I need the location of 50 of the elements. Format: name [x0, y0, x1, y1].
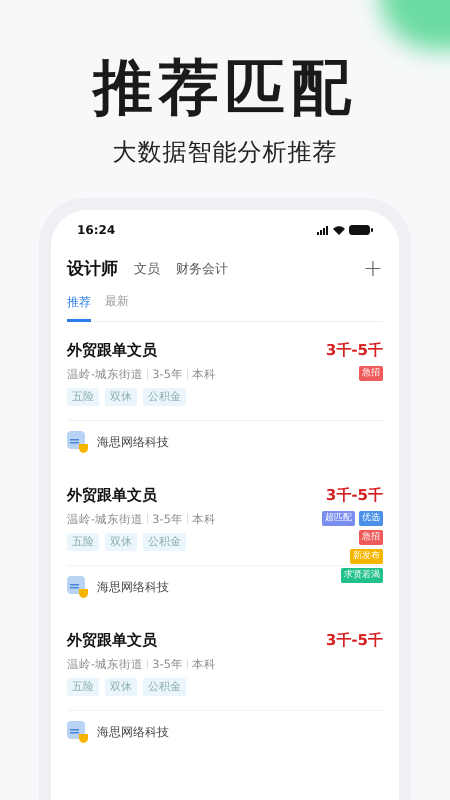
job-meta: 3-5年 [152, 656, 183, 672]
job-badge: 急招 [359, 530, 383, 545]
company-name: 海思网络科技 [97, 579, 169, 596]
job-meta: 温岭-城东街道 [67, 366, 144, 382]
category-tab[interactable]: 文员 [134, 260, 160, 280]
job-title: 外贸跟单文员 [67, 340, 158, 360]
sort-tab[interactable]: 推荐 [67, 292, 91, 322]
battery-icon [349, 225, 373, 235]
benefit-tag: 公积金 [143, 388, 186, 406]
job-meta: 3-5年 [152, 366, 183, 382]
job-card[interactable]: 急招 外贸跟单文员 温岭-城东街道 3-5年 本科 五险 双休 公积金 3千-5千 海思网络科技 [67, 322, 383, 467]
job-meta: 本科 [192, 511, 216, 527]
job-meta: 温岭-城东街道 [67, 656, 144, 672]
signal-icon [317, 226, 329, 234]
job-meta: 温岭-城东街道 [67, 511, 144, 527]
benefit-tag: 五险 [67, 533, 99, 551]
job-badge: 新发布 [350, 549, 383, 564]
add-button[interactable]: + [362, 256, 383, 280]
salary: 3千-5千 [326, 485, 383, 505]
category-tab[interactable]: 设计师 [67, 258, 118, 280]
benefit-tag: 双休 [105, 388, 137, 406]
benefit-tag: 双休 [105, 678, 137, 696]
job-meta: 本科 [192, 656, 216, 672]
job-badge: 急招 [359, 366, 383, 381]
company-logo-icon [67, 721, 89, 743]
company-name: 海思网络科技 [97, 724, 169, 741]
job-title: 外贸跟单文员 [67, 485, 158, 505]
salary: 3千-5千 [326, 630, 383, 650]
benefit-tag: 公积金 [143, 678, 186, 696]
subtitle: 大数据智能分析推荐 [112, 137, 338, 168]
job-card[interactable]: 超匹配 优选 急招 新发布 求贤若渴 外贸跟单文员 温岭-城东街道 3-5年 本科 五险 双休 公积金 3千-5千 海思网络科技 [67, 467, 383, 612]
job-badge: 超匹配 [322, 511, 355, 526]
salary: 3千-5千 [326, 340, 383, 360]
benefit-tag: 公积金 [143, 533, 186, 551]
company-name: 海思网络科技 [97, 434, 169, 451]
headline: 推荐匹配 [93, 52, 357, 124]
job-badge: 求贤若渴 [341, 568, 383, 583]
job-meta: 3-5年 [152, 511, 183, 527]
company-logo-icon [67, 431, 89, 453]
benefit-tag: 双休 [105, 533, 137, 551]
job-title: 外贸跟单文员 [67, 630, 158, 650]
job-badge: 优选 [359, 511, 383, 526]
status-time: 16:24 [77, 222, 116, 239]
job-meta: 本科 [192, 366, 216, 382]
category-tab[interactable]: 财务会计 [176, 260, 228, 280]
benefit-tag: 五险 [67, 678, 99, 696]
company-logo-icon [67, 576, 89, 598]
wifi-icon [333, 226, 345, 234]
benefit-tag: 五险 [67, 388, 99, 406]
job-card[interactable]: 外贸跟单文员 温岭-城东街道 3-5年 本科 五险 双休 公积金 3千-5千 海思网络科技 [67, 612, 383, 757]
